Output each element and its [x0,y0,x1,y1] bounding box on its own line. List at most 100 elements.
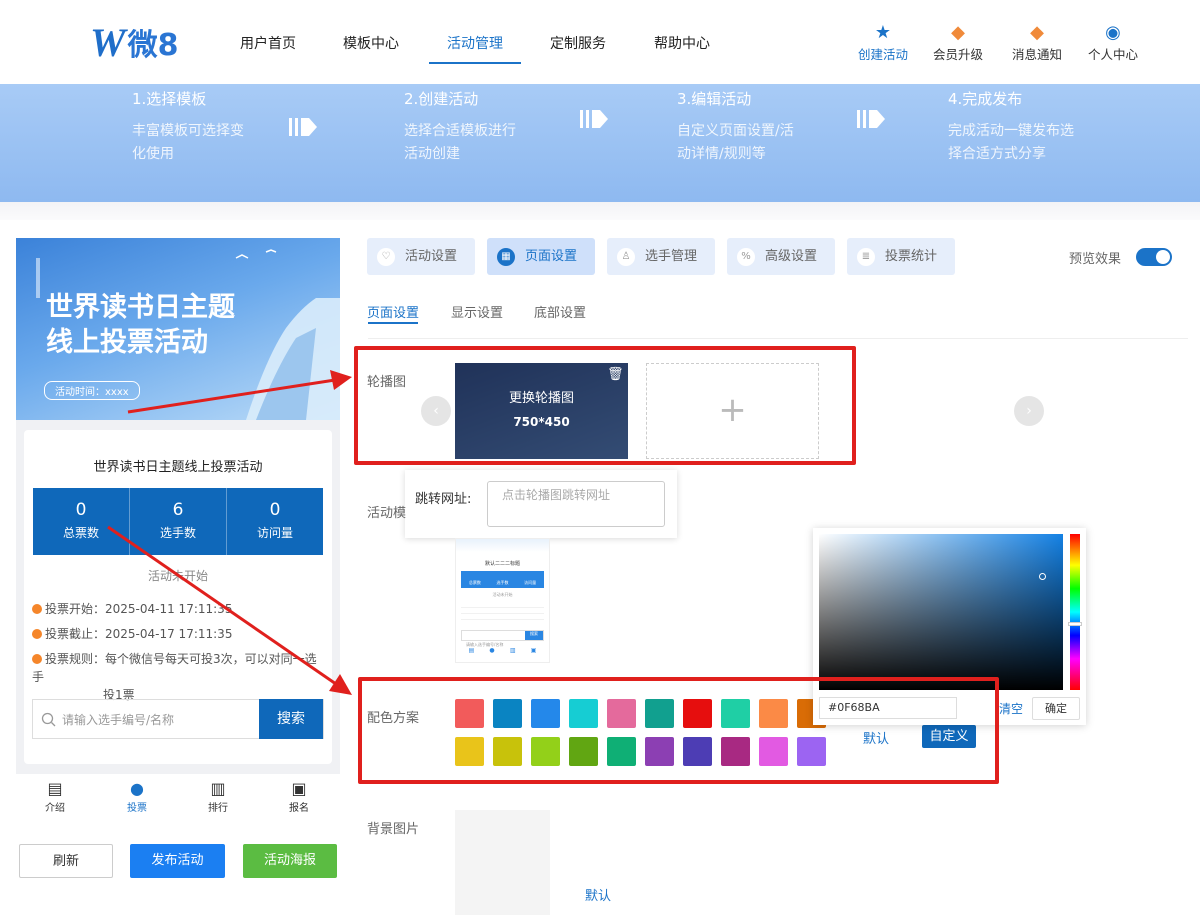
hue-slider-handle[interactable] [1068,622,1082,626]
member-upgrade-button[interactable]: ◆ 会员升级 [928,22,988,63]
subtab-active-indicator [368,322,418,324]
nav-help[interactable]: 帮助中心 [654,33,710,53]
jump-url-input[interactable]: 点击轮播图跳转网址 [487,481,665,527]
vote-rule-text: 投票规则：每个微信号每天可投3次，可以对同一选手 [32,652,317,684]
person-icon: ● [130,779,144,798]
search-placeholder: 请输入选手编号/名称 [62,713,175,727]
refresh-button[interactable]: 刷新 [19,844,113,878]
thumb-stat: 访问量 [524,580,537,585]
step-4-title: 4.完成发布 [948,90,1023,108]
nav-home[interactable]: 用户首页 [240,33,296,53]
template-thumbnail[interactable]: 默认二二二标题 总票数 选手数 访问量 活动未开始 请输入选手编号/名称 搜索 … [455,538,550,663]
tab-vote-statistics[interactable]: ≣ 投票统计 [847,238,955,275]
list-icon: ≣ [857,248,875,266]
carousel-highlight-box [354,346,856,465]
jump-url-label: 跳转网址: [415,492,472,507]
form-icon: ▣ [530,647,537,654]
tab-label: 高级设置 [765,249,818,264]
thumb-search-text: 请输入选手编号/名称 [466,642,504,647]
chart-icon: ▥ [210,779,226,798]
stat-value: 0 [75,500,87,520]
poster-title: 世界读书日主题 线上投票活动 [46,290,235,360]
grid-icon: ▦ [497,248,515,266]
step-arrow-icon [857,110,885,128]
stats-panel: 0 总票数 6 选手数 0 访问量 [33,488,323,555]
tabbar-intro[interactable]: ▤ 介绍 [32,779,78,814]
step-arrow-icon [580,110,608,128]
subtab-footer-settings[interactable]: 底部设置 [534,302,586,321]
preview-toggle-label: 预览效果 [1069,252,1122,267]
subtab-page-settings[interactable]: 页面设置 [367,302,419,321]
stat-visits: 0 访问量 [227,488,323,555]
stat-total-votes: 0 总票数 [33,488,130,555]
logo[interactable]: W 微8 [90,20,200,65]
background-default-link[interactable]: 默认 [585,885,611,904]
tabbar-signup[interactable]: ▣ 报名 [276,779,322,814]
tab-label: 选手管理 [645,249,698,264]
notifications-label: 消息通知 [1011,47,1062,62]
heart-icon: ♡ [377,248,395,266]
hue-slider[interactable] [1070,534,1080,690]
tabbar-vote[interactable]: ● 投票 [114,779,160,814]
nav-custom-service[interactable]: 定制服务 [550,33,606,53]
tab-label: 页面设置 [525,249,578,264]
activity-status: 活动未开始 [147,569,208,583]
person-icon: ♙ [617,248,635,266]
stat-value: 6 [172,500,184,520]
form-icon: ▣ [291,779,307,798]
info-icon [32,654,42,664]
stat-label: 总票数 [62,526,99,540]
info-icon [32,629,42,639]
user-center-button[interactable]: ◉ 个人中心 [1083,22,1143,63]
toggle-knob [1156,250,1170,264]
confirm-color-button[interactable]: 确定 [1032,697,1080,720]
template-label: 活动模 [367,506,407,521]
tab-contestant-management[interactable]: ♙ 选手管理 [607,238,715,275]
poster-title-line-2: 线上投票活动 [46,327,208,358]
nav-active-indicator [429,62,521,64]
tabbar-label: 报名 [289,803,309,814]
step-3-title: 3.编辑活动 [677,90,752,108]
vote-start: 投票开始：2025-04-11 17:11:35 [32,600,232,617]
nav-activity-management[interactable]: 活动管理 [447,33,503,53]
tab-activity-settings[interactable]: ♡ 活动设置 [367,238,475,275]
poster-button[interactable]: 活动海报 [243,844,337,878]
color-saturation-area[interactable] [819,534,1063,690]
person-icon: ● [489,647,495,654]
thumb-search-btn: 搜索 [525,631,543,640]
vote-end: 投票截止：2025-04-17 17:11:35 [32,625,232,642]
clear-color-button[interactable]: 清空 [999,700,1023,717]
percent-icon: % [737,248,755,266]
thumb-stat: 选手数 [496,580,509,585]
thumb-search: 请输入选手编号/名称 搜索 [461,630,544,647]
tab-advanced-settings[interactable]: % 高级设置 [727,238,835,275]
carousel-next-button[interactable]: › [1014,396,1044,426]
vote-rule: 投票规则：每个微信号每天可投3次，可以对同一选手 投1票 [32,650,322,704]
publish-button[interactable]: 发布活动 [130,844,225,878]
stat-label: 选手数 [159,526,196,540]
background-image-box[interactable] [455,810,550,915]
vote-start-text: 投票开始：2025-04-11 17:11:35 [45,602,233,616]
tab-label: 投票统计 [885,249,938,264]
subtab-display-settings[interactable]: 显示设置 [451,302,503,321]
tab-page-settings[interactable]: ▦ 页面设置 [487,238,595,275]
banner-shadow [0,202,1200,220]
thumb-stats: 总票数 选手数 访问量 [461,571,544,588]
create-activity-button[interactable]: ★ 创建活动 [853,22,913,63]
step-1-desc: 丰富模板可选择变化使用 [132,123,244,162]
doc-icon: ▤ [468,647,475,654]
chevron-right-icon: › [1026,403,1032,419]
notifications-button[interactable]: ◆ 消息通知 [1007,22,1067,63]
search-button[interactable]: 搜索 [259,699,323,739]
tabbar-ranking[interactable]: ▥ 排行 [195,779,241,814]
create-activity-label: 创建活动 [857,47,908,62]
search-icon [41,712,56,727]
diamond-icon: ◆ [951,22,965,43]
color-cursor[interactable] [1039,573,1046,580]
thumb-tabbar: ▤ ● ▥ ▣ [461,647,544,654]
nav-templates[interactable]: 模板中心 [343,33,399,53]
stat-value: 0 [269,500,281,520]
step-3-desc: 自定义页面设置/活动详情/规则等 [677,123,794,162]
step-arrow-icon [289,118,317,136]
poster-time: 活动时间：xxxx [44,381,140,400]
